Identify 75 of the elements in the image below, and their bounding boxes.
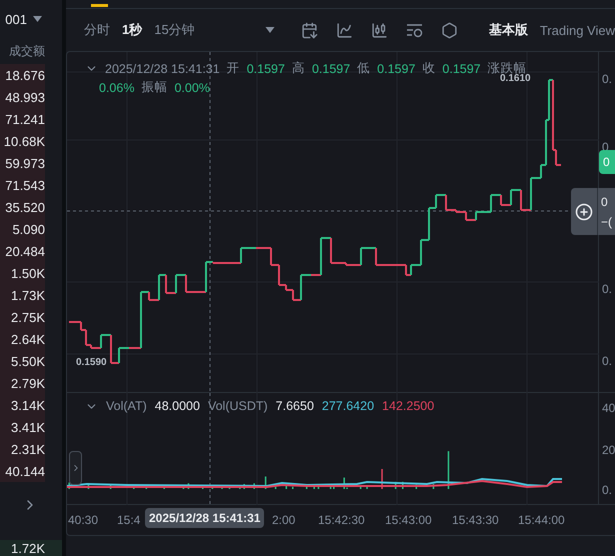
amount-value: 5.090 [11, 220, 45, 238]
volume-value: 7.6650 [276, 399, 314, 413]
low-price-label: 0.1590 [76, 357, 107, 368]
legend-label: 收 [422, 60, 436, 77]
amount-value: 1.72K [0, 540, 62, 556]
volume-tick: 0. [602, 483, 612, 497]
legend-value: 0.1597 [246, 62, 285, 76]
high-price-label: 0.1610 [500, 73, 531, 84]
view-tab[interactable]: 基本版 [488, 21, 528, 39]
active-tab-indicator [91, 4, 108, 7]
legend-value: 0.1597 [377, 62, 416, 76]
time-tick: 2:00 [272, 513, 296, 527]
interval-tab[interactable]: 1秒 [122, 21, 142, 39]
time-tick: 15:43:30 [452, 513, 499, 527]
time-tick: 15:4 [117, 513, 140, 527]
price-tick: 0. [602, 354, 612, 368]
interval-tab[interactable]: 分时 [84, 21, 110, 39]
crosshair-time: 2025/12/28 15:41:31 [145, 508, 264, 528]
crosshair-price: 0 [601, 194, 609, 208]
amount-value: 2.64K [10, 330, 45, 348]
amount-value: 40.144 [4, 462, 45, 480]
amount-value: 1.50K [10, 264, 45, 282]
time-tick: 40:30 [68, 513, 98, 527]
price-tick: 0. [602, 72, 612, 86]
amount-value: 10.68K [2, 132, 45, 150]
legend-label: 开 [226, 60, 240, 77]
column-header: 成交额 [8, 42, 46, 60]
legend-label: 振幅 [141, 79, 168, 96]
amount-value: 3.41K [10, 418, 45, 436]
plus-icon [575, 202, 593, 220]
volume-tick: 20 [602, 443, 615, 457]
legend-label: 涨跌幅 [488, 60, 527, 75]
last-price-tag: 0 [599, 150, 615, 174]
hexagon-icon[interactable] [440, 22, 458, 38]
legend-date: 2025/12/28 15:41:31 [105, 62, 220, 76]
amount-value: 18.676 [4, 66, 45, 84]
volume-value: 277.6420 [322, 399, 374, 413]
amount-value: 71.241 [4, 110, 45, 128]
legend-value: 0.06% [99, 80, 134, 94]
amount-value: 2.75K [10, 308, 45, 326]
amount-value: 71.543 [4, 176, 45, 194]
expand-button[interactable] [69, 451, 82, 485]
legend-value: 0.00% [174, 80, 210, 94]
price-tick: 0. [602, 282, 612, 296]
amount-value: 59.973 [4, 154, 45, 172]
calendar-icon[interactable] [300, 22, 318, 38]
volume-value: 142.2500 [382, 399, 434, 413]
amount-value: 35.520 [4, 198, 45, 216]
legend-value: 0.1597 [442, 62, 481, 76]
amount-value: 3.14K [10, 396, 45, 414]
legend-label: 高 [292, 60, 305, 77]
indicator-icon[interactable] [406, 22, 423, 38]
view-tab[interactable]: Trading View [540, 22, 615, 38]
dropdown-button[interactable] [264, 27, 275, 33]
amount-value: 48.993 [4, 88, 45, 106]
amount-value: 1.73K [10, 286, 45, 304]
volume-label: Vol(USDT) [208, 399, 268, 413]
candlestick-icon[interactable] [370, 22, 388, 38]
legend-label: 低 [357, 60, 370, 77]
caret-icon[interactable] [33, 16, 42, 22]
interval-tab[interactable]: 15分钟 [154, 21, 195, 39]
volume-value: 48.0000 [154, 399, 200, 413]
crosshair-price: −( [601, 214, 612, 228]
legend-value: 0.1597 [312, 62, 350, 76]
pair-name: 001 [5, 12, 27, 26]
line-chart-icon[interactable] [336, 22, 353, 38]
time-tick: 15:43:00 [385, 513, 432, 527]
amount-value: 2.31K [10, 440, 45, 458]
volume-tick: 40 [602, 401, 615, 415]
amount-value: 5.50K [10, 352, 45, 370]
time-tick: 15:42:30 [318, 513, 365, 527]
amount-value: 20.484 [4, 242, 45, 260]
amount-value: 2.79K [10, 374, 45, 392]
volume-label: Vol(AT) [106, 399, 147, 413]
time-tick: 15:44:00 [518, 513, 565, 527]
